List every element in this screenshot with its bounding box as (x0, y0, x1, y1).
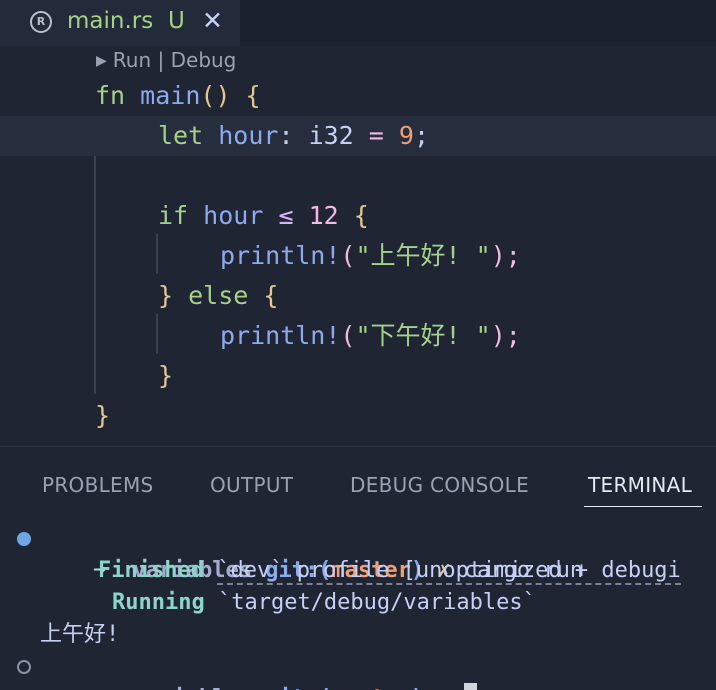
punctuation: } (158, 361, 174, 390)
keyword: else (188, 281, 249, 310)
code-line-5: println!("上午好! "); (0, 236, 716, 276)
punctuation: ( (340, 321, 356, 350)
code-line-7: println!("下午好! "); (0, 316, 716, 356)
operator: ≤ (278, 201, 294, 230)
git-suffix: ) (411, 686, 424, 690)
code-line-6: } else { (0, 276, 716, 316)
punctuation: ); (490, 241, 521, 270)
running-text: `target/debug/variables` (217, 590, 536, 615)
tab-title: main.rs (67, 8, 154, 34)
keyword: let (158, 121, 204, 150)
tab-problems[interactable]: PROBLEMS (42, 473, 154, 497)
close-icon[interactable]: ✕ (202, 6, 223, 35)
punctuation: { (353, 201, 369, 230)
finished-label: Finished (98, 558, 204, 583)
untracked-badge: U (168, 8, 185, 34)
codelens-separator: | (157, 48, 165, 72)
bottom-panel: PROBLEMS OUTPUT DEBUG CONSOLE TERMINAL ➜… (0, 446, 716, 690)
codelens-run[interactable]: Run (113, 48, 151, 72)
prompt-directory: variables (133, 686, 252, 690)
active-tab-indicator (584, 506, 702, 507)
terminal-cursor (463, 683, 477, 690)
codelens: ▶ Run | Debug (96, 48, 236, 72)
code-line-3-empty (0, 156, 716, 196)
code-editor[interactable]: ▶ Run | Debug fn main() { let hour: i32 =… (0, 46, 716, 446)
punctuation: ( (340, 241, 356, 270)
code-line-4: if hour ≤ 12 { (0, 196, 716, 236)
tab-debug-console[interactable]: DEBUG CONSOLE (350, 473, 529, 497)
git-prefix: git:( (265, 686, 331, 690)
running-label: Running (112, 590, 205, 615)
punctuation: } (158, 281, 174, 310)
program-output: 上午好! (40, 622, 120, 647)
command-status-dot[interactable] (17, 532, 31, 546)
punctuation: () { (200, 81, 261, 110)
punctuation: } (95, 401, 111, 430)
keyword: if (158, 201, 189, 230)
code-line-9: } (0, 396, 716, 436)
codelens-debug[interactable]: Debug (171, 48, 237, 72)
editor-tab-bar: R main.rs U ✕ (0, 0, 716, 46)
finished-text: `dev` profile [unoptimized + debugi (217, 558, 681, 585)
punctuation: ; (413, 121, 430, 150)
number-literal: 12 (308, 201, 339, 230)
variable: hour (203, 201, 264, 230)
number-literal: 9 (398, 121, 414, 150)
keyword: fn (95, 81, 126, 110)
play-icon: ▶ (96, 53, 107, 69)
tab-main-rs[interactable]: R main.rs U ✕ (0, 0, 240, 46)
code-line-2-current: let hour: i32 = 9; (0, 116, 716, 156)
operator: = (368, 121, 384, 150)
prompt-status-dot (17, 660, 31, 674)
terminal-command-line: ➜ variables git:(master) ✗ cargo run (0, 523, 716, 583)
type: i32 (308, 121, 354, 150)
macro: println! (220, 321, 341, 350)
string-literal: "上午好! " (355, 241, 491, 270)
terminal-finished-line: Finished `dev` profile [unoptimized + de… (0, 555, 716, 587)
function-name: main (140, 81, 201, 110)
punctuation: : (278, 121, 294, 150)
string-literal: "下午好! " (355, 321, 491, 350)
terminal-prompt-line[interactable]: ➜ variables git:(master) ✗ (0, 651, 716, 690)
dirty-mark: ✗ (437, 686, 450, 690)
punctuation: ); (490, 321, 521, 350)
tab-output[interactable]: OUTPUT (210, 473, 293, 497)
punctuation: { (263, 281, 279, 310)
rust-icon: R (30, 11, 52, 33)
variable: hour (218, 121, 279, 150)
macro: println! (220, 241, 341, 270)
code-line-1: fn main() { (0, 76, 716, 116)
code-line-8: } (0, 356, 716, 396)
prompt-arrow-icon: ➜ (93, 686, 106, 690)
terminal-running-line: Running `target/debug/variables` (0, 587, 716, 619)
tab-terminal[interactable]: TERMINAL (588, 473, 692, 497)
terminal-output-line: 上午好! (0, 619, 716, 651)
git-branch: master (331, 686, 410, 690)
